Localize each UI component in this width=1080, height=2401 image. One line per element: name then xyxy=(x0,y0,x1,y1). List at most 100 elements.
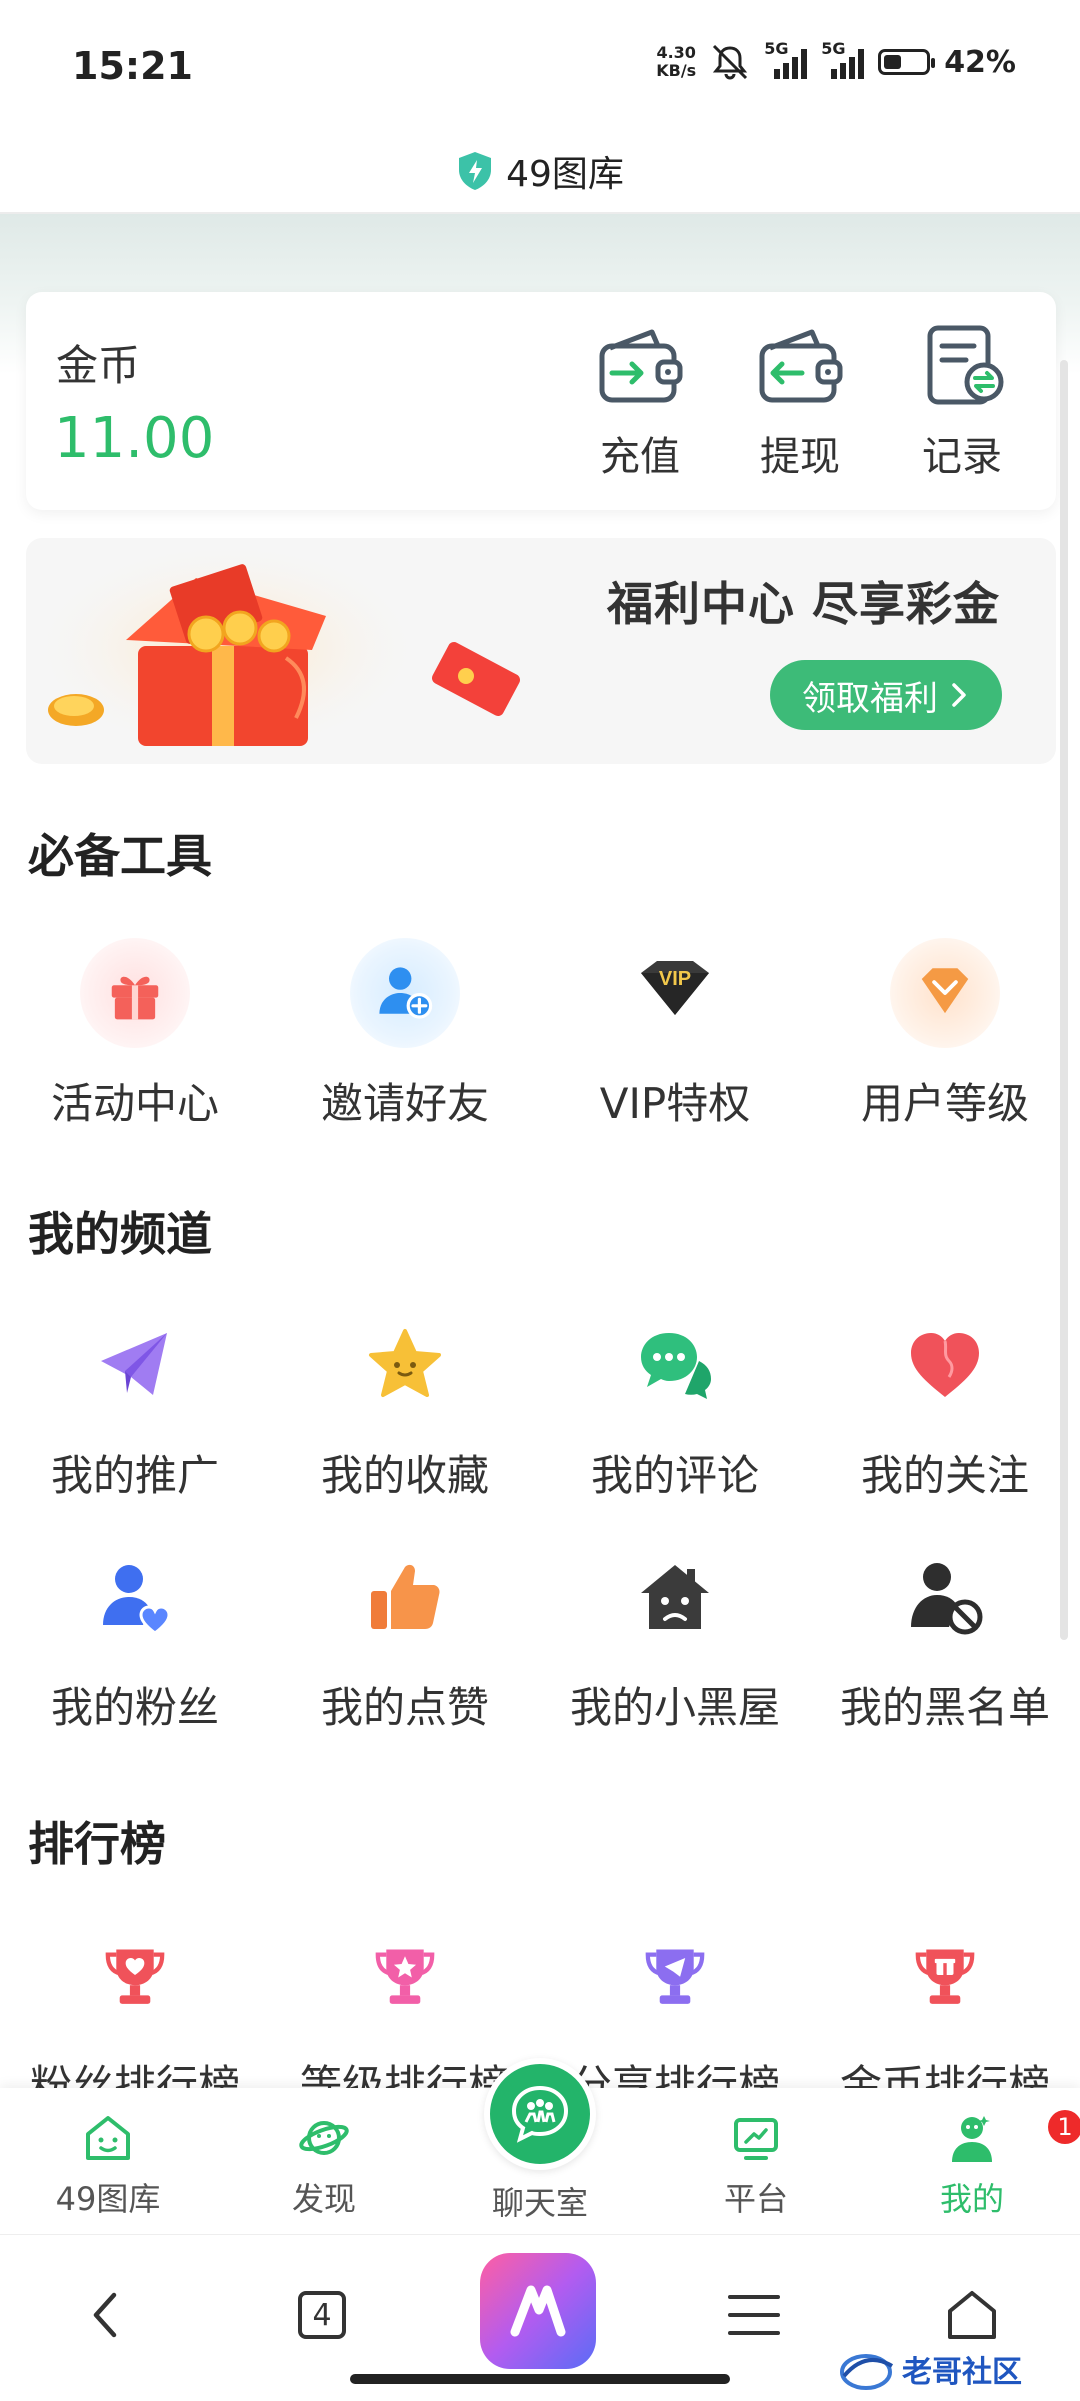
claim-welfare-button[interactable]: 领取福利 xyxy=(770,660,1002,730)
coin-balance: 11.00 xyxy=(54,406,215,471)
profile-icon xyxy=(952,2116,992,2162)
chevron-right-icon xyxy=(952,683,966,707)
monitor-icon xyxy=(734,2118,778,2160)
fans-icon-wrap xyxy=(80,1542,190,1652)
scrollbar[interactable] xyxy=(1060,360,1068,1640)
vip-icon-wrap: VIP xyxy=(620,938,730,1048)
ranking-section-title: 排行榜 xyxy=(28,1817,166,1871)
tab-chatroom[interactable] xyxy=(484,2058,596,2170)
tab-mine[interactable]: 我的 xyxy=(872,2088,1072,2234)
promotion-icon-wrap xyxy=(80,1310,190,1420)
coin-label: 金币 xyxy=(56,341,141,390)
my-fans-item[interactable]: 我的粉丝 xyxy=(0,1542,270,1735)
tab-gallery-label: 49图库 xyxy=(55,2180,161,2218)
coin-card: 金币 11.00 充值 提现 记录 xyxy=(26,292,1056,510)
wallet-out-icon xyxy=(759,329,843,403)
status-time: 15:21 xyxy=(72,44,193,88)
vip-badge-text: VIP xyxy=(659,968,691,990)
user-heart-icon xyxy=(103,1565,171,1635)
withdraw-button[interactable]: 提现 xyxy=(740,322,860,482)
heart-icon-wrap xyxy=(890,1310,1000,1420)
paper-plane-icon xyxy=(101,1333,167,1395)
activity-center-label: 活动中心 xyxy=(50,1079,219,1128)
gift-icon-wrap xyxy=(80,938,190,1048)
chat-room-icon xyxy=(511,2085,569,2143)
tab-gallery[interactable]: 49图库 xyxy=(8,2088,208,2234)
my-blackroom-item[interactable]: 我的小黑屋 xyxy=(540,1542,810,1735)
planet-icon xyxy=(299,2121,349,2155)
page-title: 49图库 xyxy=(506,154,624,195)
welfare-banner[interactable]: 福利中心 尽享彩金 领取福利 xyxy=(26,538,1056,764)
back-button[interactable] xyxy=(56,2265,156,2365)
home-indicator[interactable] xyxy=(350,2374,730,2384)
invite-friends-item[interactable]: 邀请好友 xyxy=(270,938,540,1131)
tab-chatroom-label: 聊天室 xyxy=(491,2184,588,2222)
recharge-button[interactable]: 充值 xyxy=(580,322,700,482)
my-comments-label: 我的评论 xyxy=(590,1451,759,1500)
tabs-count: 4 xyxy=(312,2297,332,2333)
trophy-heart-icon xyxy=(105,1949,165,2004)
tab-mine-label: 我的 xyxy=(939,2180,1004,2218)
battery-icon xyxy=(878,49,936,75)
tab-discover[interactable]: 发现 xyxy=(224,2088,424,2234)
my-comments-item[interactable]: 我的评论 xyxy=(540,1310,810,1503)
activity-center-item[interactable]: 活动中心 xyxy=(0,938,270,1131)
user-level-item[interactable]: 用户等级 xyxy=(810,938,1080,1131)
watermark-text: 老哥社区 xyxy=(902,2356,1022,2389)
recharge-label: 充值 xyxy=(600,434,680,480)
vip-privilege-item[interactable]: VIP VIP特权 xyxy=(540,938,810,1131)
trophy-star-icon xyxy=(375,1949,435,2004)
signal-sim2-icon: 5G xyxy=(821,39,865,79)
my-likes-item[interactable]: 我的点赞 xyxy=(270,1542,540,1735)
heart-icon xyxy=(911,1333,979,1397)
record-label: 记录 xyxy=(922,434,1002,480)
record-button[interactable]: 记录 xyxy=(902,322,1022,482)
add-user-icon xyxy=(379,967,433,1019)
user-level-label: 用户等级 xyxy=(860,1079,1029,1128)
trophy-coin-wrap xyxy=(890,1920,1000,2030)
blacklist-icon-wrap xyxy=(890,1542,1000,1652)
tab-platform[interactable]: 平台 xyxy=(656,2088,856,2234)
level-icon xyxy=(921,968,969,1014)
my-promotion-label: 我的推广 xyxy=(50,1451,219,1500)
my-following-label: 我的关注 xyxy=(860,1451,1029,1500)
battery-percent: 42% xyxy=(944,44,1016,80)
my-blackroom-label: 我的小黑屋 xyxy=(569,1683,780,1732)
blackroom-icon-wrap xyxy=(620,1542,730,1652)
my-blacklist-item[interactable]: 我的黑名单 xyxy=(810,1542,1080,1735)
net-speed-unit: KB/s xyxy=(656,61,697,80)
shield-icon xyxy=(459,152,492,190)
level-icon-wrap xyxy=(890,938,1000,1048)
net-speed: 4.30 KB/s xyxy=(656,44,696,80)
sad-house-icon xyxy=(641,1565,709,1629)
tabs-button[interactable]: 4 xyxy=(272,2265,372,2365)
trophy-level-wrap xyxy=(350,1920,460,2030)
tools-section-title: 必备工具 xyxy=(28,829,212,883)
status-bar: 15:21 4.30 KB/s 5G 5G 42% xyxy=(0,0,1080,130)
hamburger-icon xyxy=(728,2295,780,2335)
welfare-title: 福利中心 尽享彩金 xyxy=(606,577,1000,631)
add-user-icon-wrap xyxy=(350,938,460,1048)
browser-ai-button[interactable] xyxy=(480,2253,596,2369)
fans-ranking-item[interactable]: 粉丝排行榜 xyxy=(0,1920,270,2113)
menu-button[interactable] xyxy=(704,2265,804,2365)
my-following-item[interactable]: 我的关注 xyxy=(810,1310,1080,1503)
wallet-in-icon xyxy=(599,329,683,403)
chevron-left-icon xyxy=(93,2292,117,2338)
home-icon xyxy=(948,2291,996,2339)
my-promotion-item[interactable]: 我的推广 xyxy=(0,1310,270,1503)
sim2-label: 5G xyxy=(821,39,846,58)
coin-ranking-item[interactable]: 金币排行榜 xyxy=(810,1920,1080,2113)
claim-welfare-label: 领取福利 xyxy=(802,678,938,719)
signal-sim1-icon: 5G xyxy=(764,39,808,79)
my-favorites-label: 我的收藏 xyxy=(320,1451,489,1500)
tabs-count-icon: 4 xyxy=(298,2291,346,2339)
record-icon xyxy=(927,325,1004,405)
trophy-share-wrap xyxy=(620,1920,730,2030)
sim1-label: 5G xyxy=(764,39,789,58)
my-favorites-item[interactable]: 我的收藏 xyxy=(270,1310,540,1503)
trophy-gift-icon xyxy=(915,1949,975,2004)
likes-icon-wrap xyxy=(350,1542,460,1652)
watermark-logo: 老哥社区 xyxy=(840,2354,1022,2390)
vip-badge-icon: VIP xyxy=(641,961,709,1015)
